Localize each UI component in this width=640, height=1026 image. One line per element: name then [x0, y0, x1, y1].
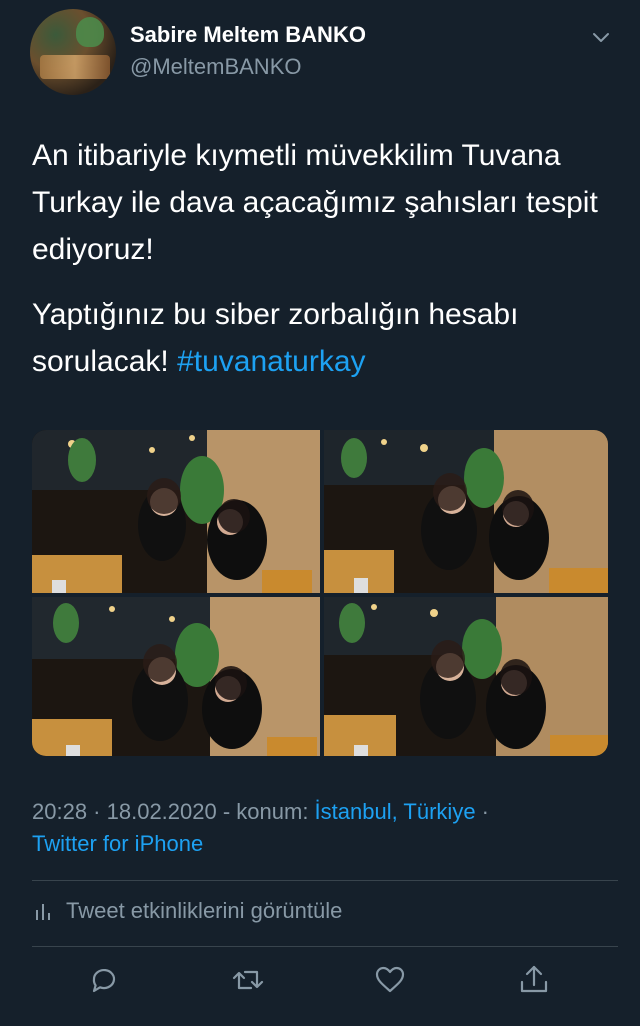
photo-image [324, 597, 608, 756]
location-prefix: - konum: [216, 799, 315, 824]
chevron-down-icon[interactable] [592, 32, 610, 44]
action-bar [0, 962, 640, 1006]
meta-separator: · [87, 799, 107, 824]
location-link[interactable]: İstanbul, Türkiye [315, 799, 476, 824]
photo[interactable] [324, 430, 608, 593]
tweet-meta: 20:28 · 18.02.2020 - konum: İstanbul, Tü… [32, 796, 612, 860]
tweet-header: Sabire Meltem BANKO @MeltemBANKO [0, 0, 640, 100]
tweet-time[interactable]: 20:28 [32, 799, 87, 824]
photo[interactable] [32, 430, 320, 593]
user-handle[interactable]: @MeltemBANKO [130, 54, 301, 80]
hashtag-link[interactable]: #tuvanaturkay [177, 345, 365, 378]
photo[interactable] [324, 597, 608, 756]
heart-icon[interactable] [372, 962, 408, 998]
retweet-icon[interactable] [230, 962, 266, 998]
tweet-paragraph: Yaptığınız bu siber zorbalığın hesabı so… [32, 291, 622, 385]
media-grid [32, 430, 608, 756]
tweet-date[interactable]: 18.02.2020 [107, 799, 217, 824]
share-icon[interactable] [516, 962, 552, 998]
tweet-paragraph: An itibariyle kıymetli müvekkilim Tuvana… [32, 139, 598, 266]
client-link[interactable]: Twitter for iPhone [32, 831, 203, 856]
divider [32, 946, 618, 947]
photo-image [32, 430, 320, 593]
tweet-text: An itibariyle kıymetli müvekkilim Tuvana… [32, 132, 622, 403]
photo-image [32, 597, 320, 756]
reply-icon[interactable] [86, 962, 122, 998]
photo[interactable] [32, 597, 320, 756]
meta-separator: · [475, 799, 490, 824]
avatar[interactable] [30, 9, 116, 95]
photo-image [324, 430, 608, 593]
divider [32, 880, 618, 881]
tweet-activity-label: Tweet etkinliklerini görüntüle [66, 898, 343, 923]
display-name[interactable]: Sabire Meltem BANKO [130, 22, 366, 48]
bar-chart-icon [36, 904, 50, 920]
tweet-activity-link[interactable]: Tweet etkinliklerini görüntüle [34, 898, 342, 924]
